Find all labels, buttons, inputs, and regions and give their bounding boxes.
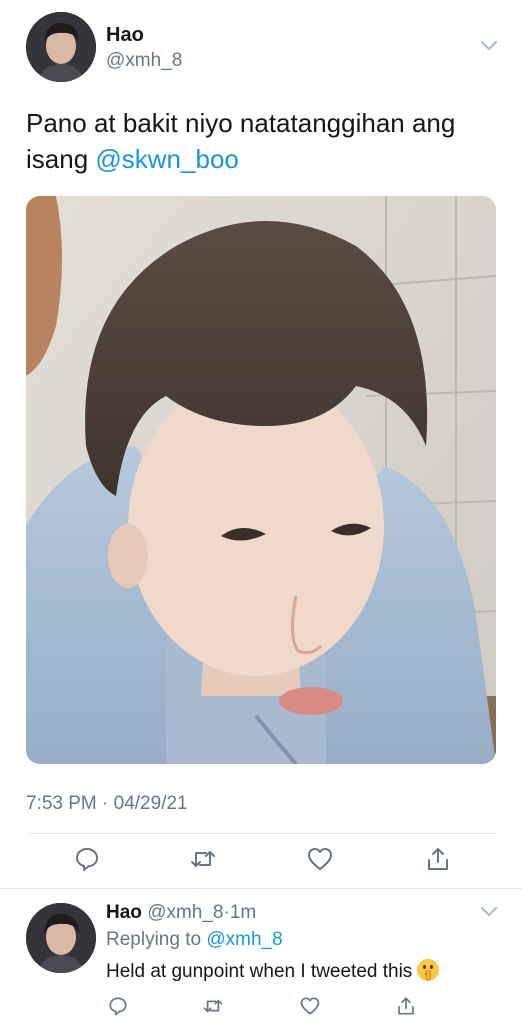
reply-text: Held at gunpoint when I tweeted this bbox=[106, 958, 440, 983]
reply-age[interactable]: 1m bbox=[230, 902, 256, 923]
reply-author-avatar[interactable] bbox=[26, 903, 96, 973]
replying-prefix: Replying to bbox=[106, 929, 207, 950]
like-icon[interactable] bbox=[307, 846, 333, 872]
thread-divider bbox=[0, 888, 522, 889]
divider bbox=[26, 833, 496, 834]
author-avatar[interactable] bbox=[26, 12, 96, 82]
tweet-photo[interactable] bbox=[26, 196, 496, 764]
reply-icon[interactable] bbox=[108, 996, 128, 1016]
tweet-timestamp[interactable]: 7:53 PM · 04/29/21 bbox=[26, 793, 188, 815]
replying-to: Replying to @xmh_8 bbox=[106, 929, 283, 951]
shushing-face-emoji bbox=[416, 958, 440, 982]
reply-icon[interactable] bbox=[74, 846, 100, 872]
retweet-icon[interactable] bbox=[203, 996, 223, 1016]
reply-author-handle[interactable]: @xmh_8 bbox=[147, 902, 223, 923]
chevron-down-icon[interactable] bbox=[480, 906, 498, 918]
reply-author-name[interactable]: Hao bbox=[106, 902, 142, 923]
share-icon[interactable] bbox=[396, 996, 416, 1016]
share-icon[interactable] bbox=[425, 846, 451, 872]
chevron-down-icon[interactable] bbox=[480, 40, 498, 52]
tweet-text: Pano at bakit niyo natatanggihan ang isa… bbox=[26, 105, 496, 177]
reply-header: Hao @xmh_8·1m bbox=[106, 902, 256, 924]
author-name[interactable]: Hao bbox=[106, 24, 144, 47]
replying-to-link[interactable]: @xmh_8 bbox=[206, 929, 282, 950]
author-handle[interactable]: @xmh_8 bbox=[106, 50, 182, 72]
reply-text-body: Held at gunpoint when I tweeted this bbox=[106, 961, 413, 982]
retweet-icon[interactable] bbox=[190, 846, 216, 872]
tweet-text-body: Pano at bakit niyo natatanggihan ang isa… bbox=[26, 108, 456, 174]
mention-link[interactable]: @skwn_boo bbox=[95, 144, 238, 174]
like-icon[interactable] bbox=[300, 996, 320, 1016]
